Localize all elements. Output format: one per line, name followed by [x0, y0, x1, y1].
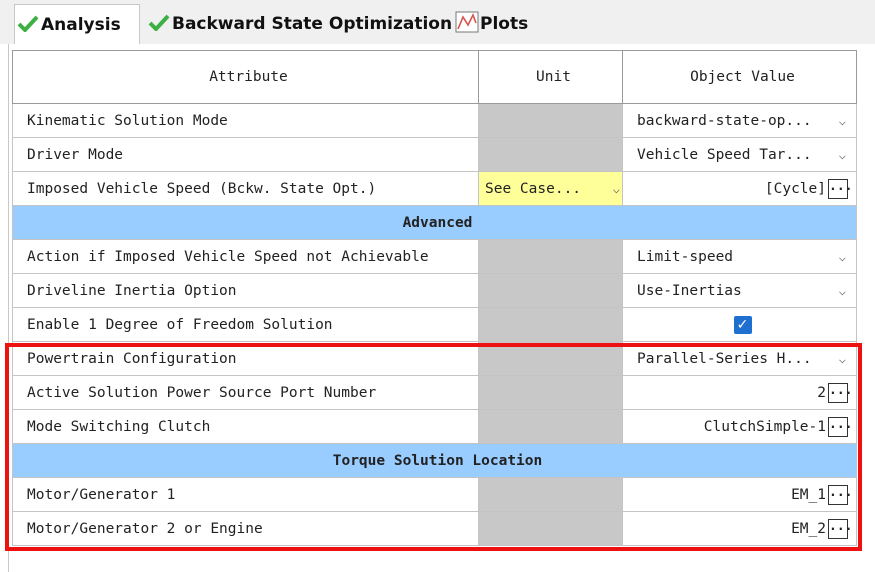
- unit-cell: [478, 477, 623, 512]
- chevron-down-icon: ⌵: [838, 113, 846, 128]
- plot-icon: [454, 11, 480, 38]
- table-row: Imposed Vehicle Speed (Bckw. State Opt.)…: [12, 171, 857, 206]
- section-row: Torque Solution Location: [12, 443, 857, 478]
- chevron-down-icon: ⌵: [838, 147, 846, 162]
- column-header-attribute[interactable]: Attribute: [12, 50, 479, 104]
- value-dropdown[interactable]: Use-Inertias ⌵: [622, 273, 857, 308]
- column-header-unit[interactable]: Unit: [478, 50, 623, 104]
- table-row: Kinematic Solution Mode backward-state-o…: [12, 103, 857, 138]
- table-row: Action if Imposed Vehicle Speed not Achi…: [12, 239, 857, 274]
- value-field[interactable]: [Cycle]...: [622, 171, 857, 206]
- chevron-down-icon: ⌵: [838, 249, 846, 264]
- ellipsis-button[interactable]: ...: [828, 416, 852, 437]
- tab-plots[interactable]: Plots: [454, 6, 528, 42]
- unit-value: See Case...: [485, 180, 582, 197]
- checkmark-icon: [15, 14, 41, 37]
- attribute-label: Driveline Inertia Option: [12, 273, 479, 308]
- unit-cell: [478, 307, 623, 342]
- attribute-label: Active Solution Power Source Port Number: [12, 375, 479, 410]
- dropdown-value: Use-Inertias: [637, 282, 742, 299]
- unit-cell: [478, 273, 623, 308]
- column-header-object-value[interactable]: Object Value: [622, 50, 857, 104]
- ellipsis-button[interactable]: ...: [828, 178, 852, 199]
- field-value: EM_2: [791, 520, 826, 537]
- attribute-label: Motor/Generator 2 or Engine: [12, 511, 479, 546]
- table-row: Enable 1 Degree of Freedom Solution ✓: [12, 307, 857, 342]
- ellipsis-button[interactable]: ...: [828, 382, 852, 403]
- value-field[interactable]: EM_1...: [622, 477, 857, 512]
- section-header-torque-solution-location: Torque Solution Location: [12, 443, 857, 478]
- value-field[interactable]: EM_2...: [622, 511, 857, 546]
- field-value: [Cycle]: [764, 180, 826, 197]
- tab-plots-label: Plots: [480, 14, 529, 34]
- value-dropdown[interactable]: backward-state-op... ⌵: [622, 103, 857, 138]
- field-value: EM_1: [791, 486, 826, 503]
- attribute-table: Attribute Unit Object Value Kinematic So…: [12, 50, 857, 546]
- unit-cell: [478, 137, 623, 172]
- tab-analysis-label: Analysis: [41, 15, 121, 35]
- table-header-row: Attribute Unit Object Value: [12, 50, 857, 104]
- attribute-label: Action if Imposed Vehicle Speed not Achi…: [12, 239, 479, 274]
- value-dropdown[interactable]: Vehicle Speed Tar... ⌵: [622, 137, 857, 172]
- attribute-label: Driver Mode: [12, 137, 479, 172]
- enable-1dof-checkbox[interactable]: ✓: [733, 315, 752, 334]
- table-row: Powertrain Configuration Parallel-Series…: [12, 341, 857, 376]
- value-field[interactable]: 2...: [622, 375, 857, 410]
- dropdown-value: backward-state-op...: [637, 112, 812, 129]
- unit-cell: [478, 511, 623, 546]
- table-row: Motor/Generator 2 or Engine EM_2...: [12, 511, 857, 546]
- table-row: Driver Mode Vehicle Speed Tar... ⌵: [12, 137, 857, 172]
- dropdown-value: Parallel-Series H...: [637, 350, 812, 367]
- table-row: Motor/Generator 1 EM_1...: [12, 477, 857, 512]
- tab-analysis[interactable]: Analysis: [14, 4, 140, 45]
- tab-backward-state-optimization[interactable]: Backward State Optimization: [146, 6, 452, 42]
- attribute-label: Mode Switching Clutch: [12, 409, 479, 444]
- value-dropdown[interactable]: Limit-speed ⌵: [622, 239, 857, 274]
- attribute-label: Powertrain Configuration: [12, 341, 479, 376]
- value-field[interactable]: ClutchSimple-1...: [622, 409, 857, 444]
- field-value: ClutchSimple-1: [703, 418, 826, 435]
- table-row: Active Solution Power Source Port Number…: [12, 375, 857, 410]
- tab-bar: Analysis Backward State Optimization Plo…: [0, 0, 875, 45]
- chevron-down-icon: ⌵: [838, 283, 846, 298]
- dropdown-value: Limit-speed: [637, 248, 734, 265]
- value-checkbox-cell: ✓: [622, 307, 857, 342]
- tab-backward-label: Backward State Optimization: [172, 14, 453, 34]
- unit-dropdown[interactable]: See Case... ⌵: [478, 171, 623, 206]
- unit-cell: [478, 375, 623, 410]
- attribute-label: Imposed Vehicle Speed (Bckw. State Opt.): [12, 171, 479, 206]
- attribute-label: Kinematic Solution Mode: [12, 103, 479, 138]
- attribute-label: Enable 1 Degree of Freedom Solution: [12, 307, 479, 342]
- section-row: Advanced: [12, 205, 857, 240]
- table-row: Mode Switching Clutch ClutchSimple-1...: [12, 409, 857, 444]
- field-value: 2: [817, 384, 826, 401]
- unit-cell: [478, 341, 623, 376]
- ellipsis-button[interactable]: ...: [828, 484, 852, 505]
- chevron-down-icon: ⌵: [612, 181, 620, 196]
- value-dropdown[interactable]: Parallel-Series H... ⌵: [622, 341, 857, 376]
- section-header-advanced: Advanced: [12, 205, 857, 240]
- ellipsis-button[interactable]: ...: [828, 518, 852, 539]
- unit-cell: [478, 239, 623, 274]
- unit-cell: [478, 409, 623, 444]
- chevron-down-icon: ⌵: [838, 351, 846, 366]
- table-row: Driveline Inertia Option Use-Inertias ⌵: [12, 273, 857, 308]
- dropdown-value: Vehicle Speed Tar...: [637, 146, 812, 163]
- checkmark-icon: [146, 13, 172, 36]
- attribute-label: Motor/Generator 1: [12, 477, 479, 512]
- unit-cell: [478, 103, 623, 138]
